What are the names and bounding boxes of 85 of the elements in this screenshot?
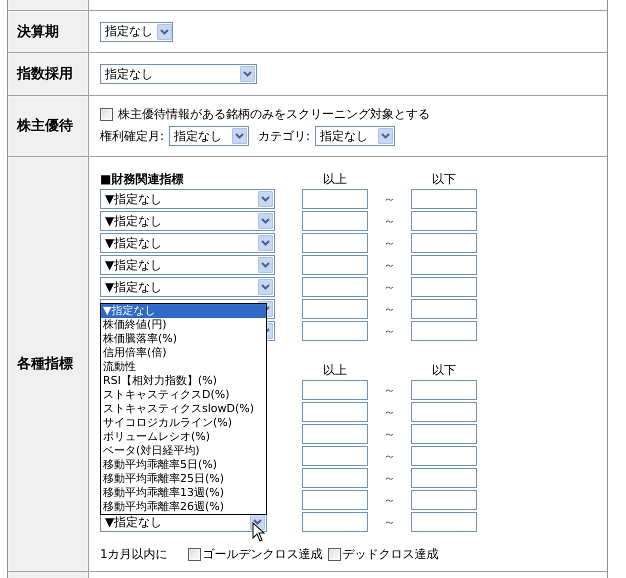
dropdown-select[interactable]: 指定なし [315, 126, 396, 146]
max-input[interactable] [411, 255, 477, 275]
min-input[interactable] [302, 380, 368, 400]
checkbox-label: デッドクロス達成 [342, 546, 439, 562]
min-input[interactable] [302, 255, 368, 275]
max-input[interactable] [411, 424, 477, 444]
checkbox-label: 株主優待情報がある銘柄のみをスクリーニング対象とする [118, 106, 430, 123]
min-input[interactable] [302, 277, 368, 297]
checkbox-label: ゴールデンクロス達成 [202, 546, 323, 562]
dropdown-option[interactable]: ボリュームレシオ(%) [101, 430, 266, 444]
tilde-separator: ～ [382, 190, 396, 208]
tilde-separator: ～ [382, 322, 396, 340]
max-input[interactable] [411, 402, 477, 422]
dropdown-option[interactable]: ▼指定なし [101, 304, 266, 318]
min-input[interactable] [302, 490, 368, 510]
field-label: 指数採用 [17, 65, 73, 83]
tilde-separator: ～ [382, 382, 396, 398]
dropdown-select[interactable]: 指定なし [100, 64, 257, 84]
dropdown-option[interactable]: 移動平均乖離率5日(%) [101, 458, 266, 472]
min-input[interactable] [302, 321, 368, 341]
column-header: 以上 [322, 362, 348, 378]
dropdown-option[interactable]: 移動平均乖離率26週(%) [101, 500, 266, 514]
min-input[interactable] [302, 211, 368, 231]
tilde-separator: ～ [382, 448, 396, 464]
tilde-separator: ～ [382, 470, 396, 486]
dropdown-select[interactable]: ▼指定なし [100, 233, 275, 253]
max-input[interactable] [411, 233, 477, 253]
column-header: 以上 [322, 171, 348, 187]
month-label: 権利確定月: [100, 128, 164, 144]
dropdown-option[interactable]: サイコロジカルライン(%) [101, 416, 266, 430]
max-input[interactable] [411, 446, 477, 466]
dropdown-option[interactable]: 信用倍率(倍) [101, 346, 266, 360]
tilde-separator: ～ [382, 212, 396, 230]
dropdown-select[interactable]: ▼指定なし [100, 255, 275, 275]
tilde-separator: ～ [382, 404, 396, 420]
dropdown-option[interactable]: 株価終値(円) [101, 318, 266, 332]
dropdown-option[interactable]: RSI【相対力指数】(%) [101, 374, 266, 388]
tilde-separator: ～ [382, 278, 396, 296]
min-input[interactable] [302, 299, 368, 319]
min-input[interactable] [302, 402, 368, 422]
dropdown-option[interactable]: ベータ(対日経平均) [101, 444, 266, 458]
min-input[interactable] [302, 189, 368, 209]
tilde-separator: ～ [382, 300, 396, 318]
max-input[interactable] [411, 299, 477, 319]
dropdown-option[interactable]: ストキャスティクスD(%) [101, 388, 266, 402]
max-input[interactable] [411, 321, 477, 341]
dropdown-select[interactable]: ▼指定なし [100, 277, 275, 297]
cursor-icon [252, 522, 265, 542]
column-header: 以下 [431, 362, 457, 378]
max-input[interactable] [411, 512, 477, 532]
dropdown-select[interactable]: ▼指定なし [100, 211, 275, 231]
field-label: 各種指標 [17, 355, 73, 373]
tilde-separator: ～ [382, 256, 396, 274]
tilde-separator: ～ [382, 492, 396, 508]
dropdown-select[interactable]: ▼指定なし [100, 189, 275, 209]
checkbox[interactable] [100, 108, 113, 121]
category-label: カテゴリ: [258, 128, 310, 144]
tilde-separator: ～ [382, 426, 396, 442]
column-header: 以下 [431, 171, 457, 187]
min-input[interactable] [302, 233, 368, 253]
max-input[interactable] [411, 380, 477, 400]
max-input[interactable] [411, 189, 477, 209]
max-input[interactable] [411, 211, 477, 231]
section-heading: ■財務関連指標 [100, 171, 184, 187]
dropdown-option[interactable]: ストキャスティクスslowD(%) [101, 402, 266, 416]
min-input[interactable] [302, 446, 368, 466]
dropdown-option[interactable]: 移動平均乖離率25日(%) [101, 472, 266, 486]
max-input[interactable] [411, 490, 477, 510]
max-input[interactable] [411, 277, 477, 297]
dropdown-option[interactable]: 移動平均乖離率13週(%) [101, 486, 266, 500]
tilde-separator: ～ [382, 234, 396, 252]
min-input[interactable] [302, 512, 368, 532]
max-input[interactable] [411, 468, 477, 488]
dropdown-option[interactable]: 株価騰落率(%) [101, 332, 266, 346]
dropdown-option[interactable]: 流動性 [101, 360, 266, 374]
min-input[interactable] [302, 468, 368, 488]
field-label: 決算期 [17, 22, 59, 40]
checkbox[interactable] [188, 548, 201, 560]
footer-label: 1カ月以内に [100, 546, 168, 562]
tilde-separator: ～ [382, 514, 396, 530]
field-label: 株主優待 [17, 117, 73, 135]
min-input[interactable] [302, 424, 368, 444]
checkbox[interactable] [328, 548, 341, 560]
dropdown-select[interactable]: 指定なし [100, 22, 173, 42]
dropdown-select[interactable]: 指定なし [169, 126, 250, 146]
